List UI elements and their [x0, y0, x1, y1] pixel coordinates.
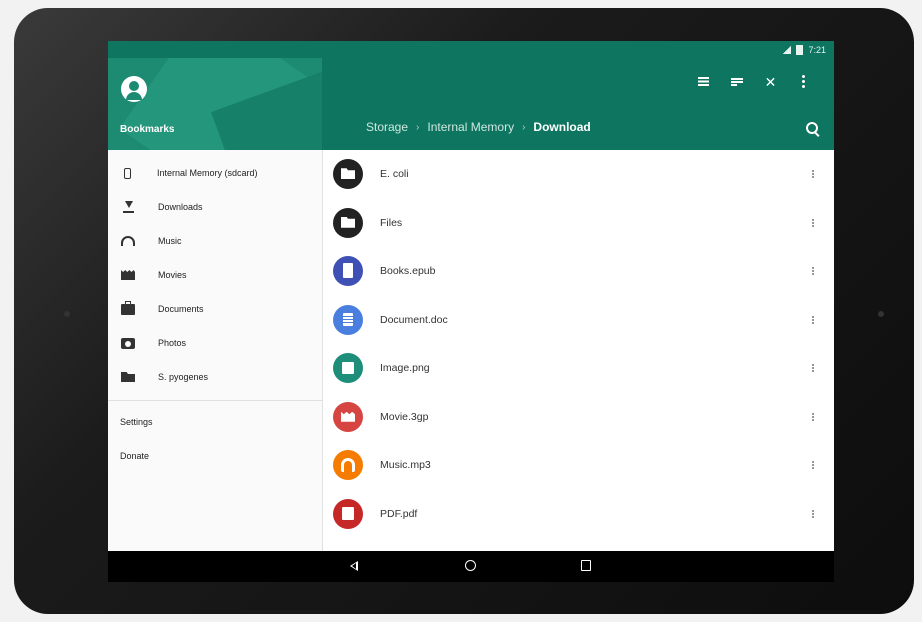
drawer-item-documents[interactable]: Documents	[108, 292, 322, 326]
book-icon	[333, 256, 363, 287]
app-bar: ✕ Storage › Internal Memory › Download	[322, 58, 834, 150]
drawer-item-internal-memory[interactable]: Internal Memory (sdcard)	[108, 156, 322, 190]
headphones-icon	[121, 236, 135, 246]
more-vert-icon[interactable]	[812, 170, 814, 172]
sort-icon[interactable]	[721, 72, 754, 92]
front-sensor	[878, 311, 884, 317]
chevron-right-icon: ›	[522, 121, 526, 133]
drawer-item-donate[interactable]: Donate	[108, 439, 322, 473]
list-item[interactable]: Movie.3gp	[322, 393, 834, 442]
list-view-icon[interactable]	[688, 72, 721, 92]
device-screen: 7:21 Bookmarks Internal Memory (sdcard) …	[108, 41, 834, 582]
folder-icon	[121, 372, 135, 382]
drawer-title: Bookmarks	[120, 124, 175, 135]
breadcrumb-storage[interactable]: Storage	[366, 120, 408, 134]
drawer-item-label: S. pyogenes	[158, 372, 209, 382]
front-sensor	[64, 311, 70, 317]
toolbar-actions: ✕	[688, 72, 820, 92]
list-item[interactable]: Files	[322, 199, 834, 248]
drawer-item-label: Movies	[158, 270, 187, 280]
more-vert-icon[interactable]	[787, 72, 820, 92]
battery-icon	[796, 44, 804, 55]
bookmarks-list: Internal Memory (sdcard) Downloads Music…	[108, 156, 322, 473]
file-name: Books.epub	[380, 265, 436, 278]
file-list: E. coli Files Books.epub Document.doc Im…	[322, 150, 834, 551]
drawer-item-music[interactable]: Music	[108, 224, 322, 258]
drawer-divider	[108, 400, 322, 401]
recents-icon[interactable]	[581, 560, 591, 571]
camera-icon	[121, 337, 135, 349]
drawer-item-movies[interactable]: Movies	[108, 258, 322, 292]
list-item[interactable]: Books.epub	[322, 247, 834, 296]
list-item[interactable]: Document.doc	[322, 296, 834, 345]
more-vert-icon[interactable]	[812, 267, 814, 269]
drawer-item-label: Downloads	[158, 202, 203, 212]
signal-icon	[782, 45, 792, 54]
list-item[interactable]: E. coli	[322, 150, 834, 199]
account-avatar-icon[interactable]	[121, 76, 147, 102]
chevron-right-icon: ›	[416, 121, 420, 133]
close-icon[interactable]: ✕	[754, 72, 787, 92]
more-vert-icon[interactable]	[812, 364, 814, 366]
search-icon[interactable]	[806, 122, 818, 134]
drawer-header: Bookmarks	[108, 58, 322, 150]
breadcrumb-download[interactable]: Download	[533, 120, 590, 134]
folder-icon	[333, 159, 363, 190]
document-icon	[333, 304, 363, 335]
movie-icon	[333, 401, 363, 432]
folder-icon	[333, 207, 363, 238]
drawer-item-label: Internal Memory (sdcard)	[157, 168, 258, 178]
navigation-drawer: Bookmarks Internal Memory (sdcard) Downl…	[108, 58, 323, 551]
drawer-item-label: Music	[158, 236, 182, 246]
drawer-item-label: Photos	[158, 338, 187, 348]
more-vert-icon[interactable]	[812, 218, 814, 221]
file-name: E. coli	[380, 168, 409, 181]
file-name: Image.png	[380, 362, 430, 375]
drawer-item-settings[interactable]: Settings	[108, 405, 322, 439]
briefcase-icon	[121, 300, 135, 315]
breadcrumb: Storage › Internal Memory › Download	[366, 120, 591, 134]
more-vert-icon[interactable]	[812, 412, 814, 415]
more-vert-icon[interactable]	[812, 461, 814, 463]
drawer-item-photos[interactable]: Photos	[108, 326, 322, 360]
list-item[interactable]: PDF.pdf	[322, 490, 834, 539]
pdf-icon	[333, 498, 363, 529]
image-icon	[333, 353, 363, 384]
phone-icon	[124, 167, 131, 179]
status-bar: 7:21	[108, 41, 834, 58]
back-icon[interactable]	[350, 561, 358, 571]
drawer-item-label: Documents	[158, 304, 204, 314]
movie-icon	[121, 270, 135, 280]
file-name: Music.mp3	[380, 459, 431, 472]
drawer-item-downloads[interactable]: Downloads	[108, 190, 322, 224]
list-item[interactable]: Image.png	[322, 344, 834, 393]
list-item[interactable]: Music.mp3	[322, 441, 834, 490]
file-name: Document.doc	[380, 313, 448, 326]
system-navigation-bar	[108, 551, 834, 582]
file-name: Files	[380, 216, 403, 229]
file-name: Movie.3gp	[380, 410, 429, 423]
more-vert-icon[interactable]	[812, 315, 814, 318]
file-name: PDF.pdf	[380, 507, 418, 520]
status-time: 7:21	[808, 44, 826, 55]
home-icon[interactable]	[465, 560, 476, 571]
download-icon	[121, 200, 135, 214]
breadcrumb-internal-memory[interactable]: Internal Memory	[427, 120, 514, 134]
drawer-item-s-pyogenes[interactable]: S. pyogenes	[108, 360, 322, 394]
headphones-icon	[333, 450, 363, 481]
more-vert-icon[interactable]	[812, 509, 814, 512]
